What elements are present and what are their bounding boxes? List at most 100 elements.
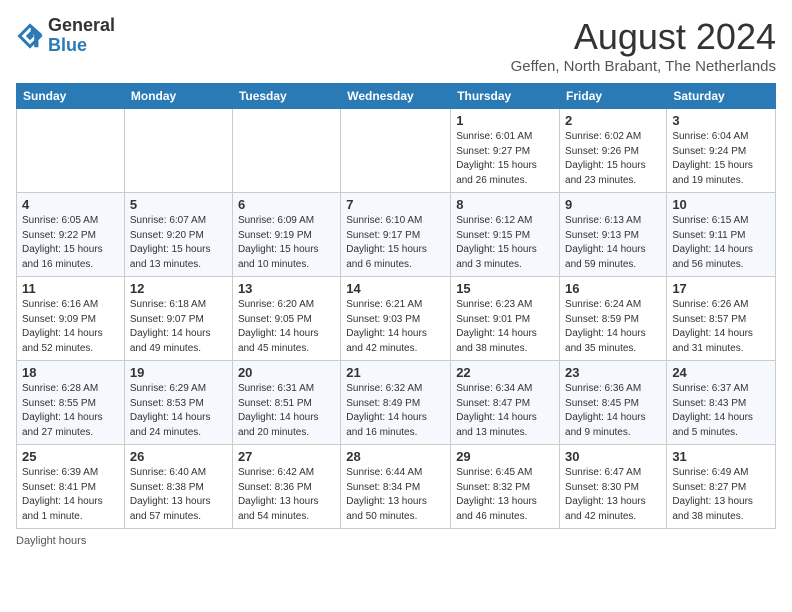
day-info: Sunrise: 6:23 AM Sunset: 9:01 PM Dayligh… [456,298,554,356]
day-info: Sunrise: 6:47 AM Sunset: 8:30 PM Dayligh… [565,466,661,524]
day-number: 5 [130,197,227,212]
calendar-cell: 3 Sunrise: 6:04 AM Sunset: 9:24 PM Daylig… [667,109,776,193]
day-number: 11 [22,281,119,296]
calendar-cell: 22Sunrise: 6:34 AM Sunset: 8:47 PM Dayli… [451,361,560,445]
logo-line2: Blue [48,36,115,56]
calendar-cell: 4 Sunrise: 6:05 AM Sunset: 9:22 PM Daylig… [17,193,125,277]
calendar-cell: 28 Sunrise: 6:44 AM Sunset: 8:34 PM Dayli… [341,445,451,529]
day-info: Sunrise: 6:21 AM Sunset: 9:03 PM Dayligh… [346,298,445,356]
calendar-cell [17,109,125,193]
calendar-cell: 11Sunrise: 6:16 AM Sunset: 9:09 PM Dayli… [17,277,125,361]
day-number: 18 [22,365,119,380]
calendar-cell [232,109,340,193]
calendar-cell: 9 Sunrise: 6:13 AM Sunset: 9:13 PM Daylig… [560,193,667,277]
day-number: 21 [346,365,445,380]
day-info: Sunrise: 6:15 AM Sunset: 9:11 PM Dayligh… [672,214,770,272]
calendar-cell: 7 Sunrise: 6:10 AM Sunset: 9:17 PM Daylig… [341,193,451,277]
calendar-cell: 27 Sunrise: 6:42 AM Sunset: 8:36 PM Dayli… [232,445,340,529]
calendar-cell: 26 Sunrise: 6:40 AM Sunset: 8:38 PM Dayli… [124,445,232,529]
day-number: 10 [672,197,770,212]
logo: General Blue [16,16,115,56]
calendar-cell: 15Sunrise: 6:23 AM Sunset: 9:01 PM Dayli… [451,277,560,361]
day-number: 2 [565,113,661,128]
day-number: 31 [672,449,770,464]
day-number: 12 [130,281,227,296]
day-info: Sunrise: 6:05 AM Sunset: 9:22 PM Dayligh… [22,214,119,272]
day-info: Sunrise: 6:39 AM Sunset: 8:41 PM Dayligh… [22,466,119,524]
calendar-cell: 31 Sunrise: 6:49 AM Sunset: 8:27 PM Dayli… [667,445,776,529]
calendar-cell: 12 Sunrise: 6:18 AM Sunset: 9:07 PM Dayli… [124,277,232,361]
calendar-cell: 30 Sunrise: 6:47 AM Sunset: 8:30 PM Dayli… [560,445,667,529]
day-info: Sunrise: 6:01 AM Sunset: 9:27 PM Dayligh… [456,130,554,188]
subtitle: Geffen, North Brabant, The Netherlands [511,58,776,75]
day-of-week-header: Tuesday [232,84,340,109]
day-number: 9 [565,197,661,212]
calendar-cell: 1Sunrise: 6:01 AM Sunset: 9:27 PM Daylig… [451,109,560,193]
month-title: August 2024 [511,16,776,58]
day-number: 17 [672,281,770,296]
day-number: 4 [22,197,119,212]
day-info: Sunrise: 6:24 AM Sunset: 8:59 PM Dayligh… [565,298,661,356]
day-info: Sunrise: 6:04 AM Sunset: 9:24 PM Dayligh… [672,130,770,188]
calendar-cell: 19 Sunrise: 6:29 AM Sunset: 8:53 PM Dayli… [124,361,232,445]
footer: Daylight hours [16,535,776,547]
calendar-cell: 6 Sunrise: 6:09 AM Sunset: 9:19 PM Daylig… [232,193,340,277]
calendar-cell: 5Sunrise: 6:07 AM Sunset: 9:20 PM Daylig… [124,193,232,277]
day-number: 27 [238,449,335,464]
logo-line1: General [48,16,115,36]
day-info: Sunrise: 6:10 AM Sunset: 9:17 PM Dayligh… [346,214,445,272]
day-number: 22 [456,365,554,380]
day-number: 14 [346,281,445,296]
day-info: Sunrise: 6:26 AM Sunset: 8:57 PM Dayligh… [672,298,770,356]
day-number: 20 [238,365,335,380]
day-number: 6 [238,197,335,212]
calendar-cell: 17 Sunrise: 6:26 AM Sunset: 8:57 PM Dayli… [667,277,776,361]
day-info: Sunrise: 6:09 AM Sunset: 9:19 PM Dayligh… [238,214,335,272]
calendar-cell: 10 Sunrise: 6:15 AM Sunset: 9:11 PM Dayli… [667,193,776,277]
calendar-cell: 14 Sunrise: 6:21 AM Sunset: 9:03 PM Dayli… [341,277,451,361]
calendar-cell: 25 Sunrise: 6:39 AM Sunset: 8:41 PM Dayli… [17,445,125,529]
day-info: Sunrise: 6:40 AM Sunset: 8:38 PM Dayligh… [130,466,227,524]
calendar-cell: 20 Sunrise: 6:31 AM Sunset: 8:51 PM Dayli… [232,361,340,445]
day-number: 24 [672,365,770,380]
day-number: 26 [130,449,227,464]
day-number: 23 [565,365,661,380]
day-number: 30 [565,449,661,464]
day-info: Sunrise: 6:31 AM Sunset: 8:51 PM Dayligh… [238,382,335,440]
day-number: 19 [130,365,227,380]
day-number: 28 [346,449,445,464]
day-number: 7 [346,197,445,212]
day-of-week-header: Friday [560,84,667,109]
day-info: Sunrise: 6:45 AM Sunset: 8:32 PM Dayligh… [456,466,554,524]
calendar-cell: 13Sunrise: 6:20 AM Sunset: 9:05 PM Dayli… [232,277,340,361]
day-number: 29 [456,449,554,464]
calendar-cell: 23 Sunrise: 6:36 AM Sunset: 8:45 PM Dayli… [560,361,667,445]
day-number: 16 [565,281,661,296]
title-block: August 2024 Geffen, North Brabant, The N… [511,16,776,75]
day-info: Sunrise: 6:02 AM Sunset: 9:26 PM Dayligh… [565,130,661,188]
day-of-week-header: Wednesday [341,84,451,109]
day-number: 3 [672,113,770,128]
day-info: Sunrise: 6:18 AM Sunset: 9:07 PM Dayligh… [130,298,227,356]
day-info: Sunrise: 6:32 AM Sunset: 8:49 PM Dayligh… [346,382,445,440]
calendar-cell: 2 Sunrise: 6:02 AM Sunset: 9:26 PM Daylig… [560,109,667,193]
calendar-week-row: 18 Sunrise: 6:28 AM Sunset: 8:55 PM Dayli… [17,361,776,445]
day-number: 25 [22,449,119,464]
day-info: Sunrise: 6:29 AM Sunset: 8:53 PM Dayligh… [130,382,227,440]
calendar-table: SundayMondayTuesdayWednesdayThursdayFrid… [16,83,776,529]
day-info: Sunrise: 6:42 AM Sunset: 8:36 PM Dayligh… [238,466,335,524]
calendar-week-row: 11Sunrise: 6:16 AM Sunset: 9:09 PM Dayli… [17,277,776,361]
day-info: Sunrise: 6:36 AM Sunset: 8:45 PM Dayligh… [565,382,661,440]
day-of-week-header: Monday [124,84,232,109]
calendar-cell: 21 Sunrise: 6:32 AM Sunset: 8:49 PM Dayli… [341,361,451,445]
calendar-cell [341,109,451,193]
day-info: Sunrise: 6:13 AM Sunset: 9:13 PM Dayligh… [565,214,661,272]
day-info: Sunrise: 6:44 AM Sunset: 8:34 PM Dayligh… [346,466,445,524]
day-info: Sunrise: 6:12 AM Sunset: 9:15 PM Dayligh… [456,214,554,272]
day-info: Sunrise: 6:28 AM Sunset: 8:55 PM Dayligh… [22,382,119,440]
calendar-week-row: 25 Sunrise: 6:39 AM Sunset: 8:41 PM Dayli… [17,445,776,529]
day-info: Sunrise: 6:49 AM Sunset: 8:27 PM Dayligh… [672,466,770,524]
logo-text: General Blue [48,16,115,56]
page-header: General Blue August 2024 Geffen, North B… [16,16,776,75]
day-info: Sunrise: 6:20 AM Sunset: 9:05 PM Dayligh… [238,298,335,356]
